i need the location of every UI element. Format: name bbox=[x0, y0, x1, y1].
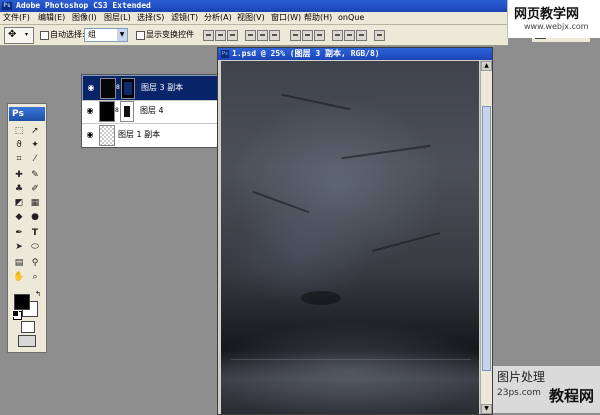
shape-tool-icon[interactable]: ⬭ bbox=[28, 241, 42, 253]
photoshop-doc-icon: Ps bbox=[221, 50, 229, 58]
menu-image[interactable]: 图像(I) bbox=[72, 12, 97, 24]
gradient-tool-icon[interactable]: ▦ bbox=[28, 197, 42, 209]
quick-mask-icon[interactable] bbox=[21, 321, 35, 333]
layer-thumbnail bbox=[99, 125, 115, 146]
foreground-color-swatch[interactable] bbox=[14, 294, 30, 310]
layer-row[interactable]: ◉ 8 图层 4 bbox=[82, 99, 218, 124]
auto-select-label: 自动选择: bbox=[50, 30, 85, 39]
distribute-vcenter-icon[interactable] bbox=[302, 30, 313, 41]
auto-align-icon[interactable] bbox=[374, 30, 385, 41]
scrollbar-thumb[interactable] bbox=[482, 106, 491, 371]
menu-view[interactable]: 视图(V) bbox=[237, 12, 265, 24]
type-tool-icon[interactable]: T bbox=[28, 227, 42, 239]
distribute-top-icon[interactable] bbox=[290, 30, 301, 41]
menu-window[interactable]: 窗口(W) bbox=[271, 12, 301, 24]
align-left-icon[interactable] bbox=[245, 30, 256, 41]
document-window: Ps 1.psd @ 25% (图层 3 副本, RGB/8) ▲ ▼ bbox=[217, 47, 493, 415]
auto-select-value: 组 bbox=[88, 30, 96, 39]
path-selection-icon[interactable]: ➤ bbox=[12, 241, 26, 253]
align-right-icon[interactable] bbox=[269, 30, 280, 41]
document-title: 1.psd @ 25% (图层 3 副本, RGB/8) bbox=[232, 49, 380, 58]
layer-name: 图层 3 副本 bbox=[141, 83, 184, 92]
blur-tool-icon[interactable]: ◆ bbox=[12, 211, 26, 223]
eye-icon[interactable]: ◉ bbox=[85, 107, 95, 115]
toolbox: Ps ⬚ ➚ ϑ ✦ ⌗ ⁄ ✚ ✎ ♣ ✐ ◩ ▦ ◆ ● ✒ T ➤ ⬭ ▤… bbox=[7, 103, 47, 353]
menu-extra[interactable]: onQue bbox=[338, 12, 364, 24]
tool-preset-picker[interactable]: ✥ ▾ bbox=[4, 27, 34, 44]
show-transform-label: 显示变换控件 bbox=[146, 30, 194, 39]
menu-file[interactable]: 文件(F) bbox=[3, 12, 30, 24]
chevron-down-icon: ▾ bbox=[25, 31, 29, 38]
menu-analysis[interactable]: 分析(A) bbox=[204, 12, 232, 24]
marquee-tool-icon[interactable]: ⬚ bbox=[12, 125, 26, 137]
photoshop-logo-icon: Ps bbox=[9, 107, 45, 121]
chain-link-icon: 8 bbox=[115, 107, 119, 114]
zoom-tool-icon[interactable]: ⌕ bbox=[28, 271, 42, 283]
history-brush-icon[interactable]: ✐ bbox=[28, 183, 42, 195]
eye-icon[interactable]: ◉ bbox=[86, 84, 96, 92]
chain-link-icon: 8 bbox=[116, 84, 120, 91]
watermark-bottom: 图片处理 23ps.com 教程网 bbox=[493, 366, 600, 413]
move-tool-icon: ✥ bbox=[8, 29, 17, 40]
auto-select-dropdown[interactable]: 组 ▼ bbox=[84, 28, 128, 42]
menu-edit[interactable]: 编辑(E) bbox=[38, 12, 65, 24]
menu-select[interactable]: 选择(S) bbox=[137, 12, 164, 24]
menu-filter[interactable]: 滤镜(T) bbox=[171, 12, 198, 24]
layer-mask-thumbnail bbox=[120, 101, 134, 122]
menu-layer[interactable]: 图层(L) bbox=[104, 12, 131, 24]
watermark-title: 网页教学网 bbox=[514, 7, 580, 22]
clone-stamp-icon[interactable]: ♣ bbox=[12, 183, 26, 195]
vertical-scrollbar[interactable]: ▲ ▼ bbox=[480, 61, 492, 414]
watermark-top: 网页教学网 www.webjx.com bbox=[507, 0, 600, 38]
healing-brush-icon[interactable]: ✚ bbox=[12, 169, 26, 181]
layer-mask-thumbnail bbox=[121, 78, 135, 99]
eye-icon[interactable]: ◉ bbox=[85, 131, 95, 139]
watermark-line1: 图片处理 bbox=[497, 370, 546, 384]
layer-name: 图层 1 副本 bbox=[118, 130, 161, 139]
auto-select-checkbox[interactable] bbox=[40, 31, 49, 40]
layer-thumbnail bbox=[99, 101, 115, 122]
layers-panel: ◉ 8 图层 3 副本 ◉ 8 图层 4 ◉ 图层 1 副本 bbox=[81, 74, 220, 148]
notes-tool-icon[interactable]: ▤ bbox=[12, 257, 26, 269]
show-transform-checkbox[interactable] bbox=[136, 31, 145, 40]
move-tool-icon[interactable]: ➚ bbox=[28, 125, 42, 137]
watermark-url: www.webjx.com bbox=[524, 22, 589, 31]
default-colors-icon[interactable] bbox=[12, 310, 19, 317]
align-bottom-icon[interactable] bbox=[227, 30, 238, 41]
watermark-line2: 23ps.com bbox=[497, 388, 541, 398]
distribute-left-icon[interactable] bbox=[332, 30, 343, 41]
eraser-tool-icon[interactable]: ◩ bbox=[12, 197, 26, 209]
align-hcenter-icon[interactable] bbox=[257, 30, 268, 41]
slice-tool-icon[interactable]: ⁄ bbox=[28, 153, 42, 165]
align-top-icon[interactable] bbox=[203, 30, 214, 41]
scroll-up-icon[interactable]: ▲ bbox=[481, 61, 492, 71]
distribute-right-icon[interactable] bbox=[356, 30, 367, 41]
document-canvas[interactable] bbox=[221, 61, 479, 414]
align-vcenter-icon[interactable] bbox=[215, 30, 226, 41]
brush-tool-icon[interactable]: ✎ bbox=[28, 169, 42, 181]
app-title: Adobe Photoshop CS3 Extended bbox=[16, 1, 151, 10]
options-bar: ✥ ▾ 自动选择: 组 ▼ 显示变换控件 bbox=[0, 25, 508, 46]
eyedropper-icon[interactable]: ⚲ bbox=[28, 257, 42, 269]
distribute-hcenter-icon[interactable] bbox=[344, 30, 355, 41]
layer-row[interactable]: ◉ 图层 1 副本 bbox=[82, 123, 218, 147]
document-titlebar[interactable]: Ps 1.psd @ 25% (图层 3 副本, RGB/8) bbox=[218, 48, 492, 60]
lasso-tool-icon[interactable]: ϑ bbox=[12, 139, 26, 151]
watermark-line3: 教程网 bbox=[549, 387, 595, 405]
pen-tool-icon[interactable]: ✒ bbox=[12, 227, 26, 239]
hand-tool-icon[interactable]: ✋ bbox=[12, 271, 26, 283]
distribute-bottom-icon[interactable] bbox=[314, 30, 325, 41]
crop-tool-icon[interactable]: ⌗ bbox=[12, 153, 26, 165]
menu-help[interactable]: 帮助(H) bbox=[304, 12, 332, 24]
layer-thumbnail bbox=[100, 78, 116, 99]
layer-row[interactable]: ◉ 8 图层 3 副本 bbox=[82, 75, 220, 101]
screen-mode-icon[interactable] bbox=[18, 335, 36, 347]
photoshop-logo-icon: Ps bbox=[2, 2, 12, 10]
dodge-tool-icon[interactable]: ● bbox=[28, 211, 42, 223]
magic-wand-icon[interactable]: ✦ bbox=[28, 139, 42, 151]
layer-name: 图层 4 bbox=[140, 106, 164, 115]
swap-colors-icon[interactable]: ↰ bbox=[35, 290, 41, 298]
chevron-down-icon: ▼ bbox=[117, 29, 127, 41]
